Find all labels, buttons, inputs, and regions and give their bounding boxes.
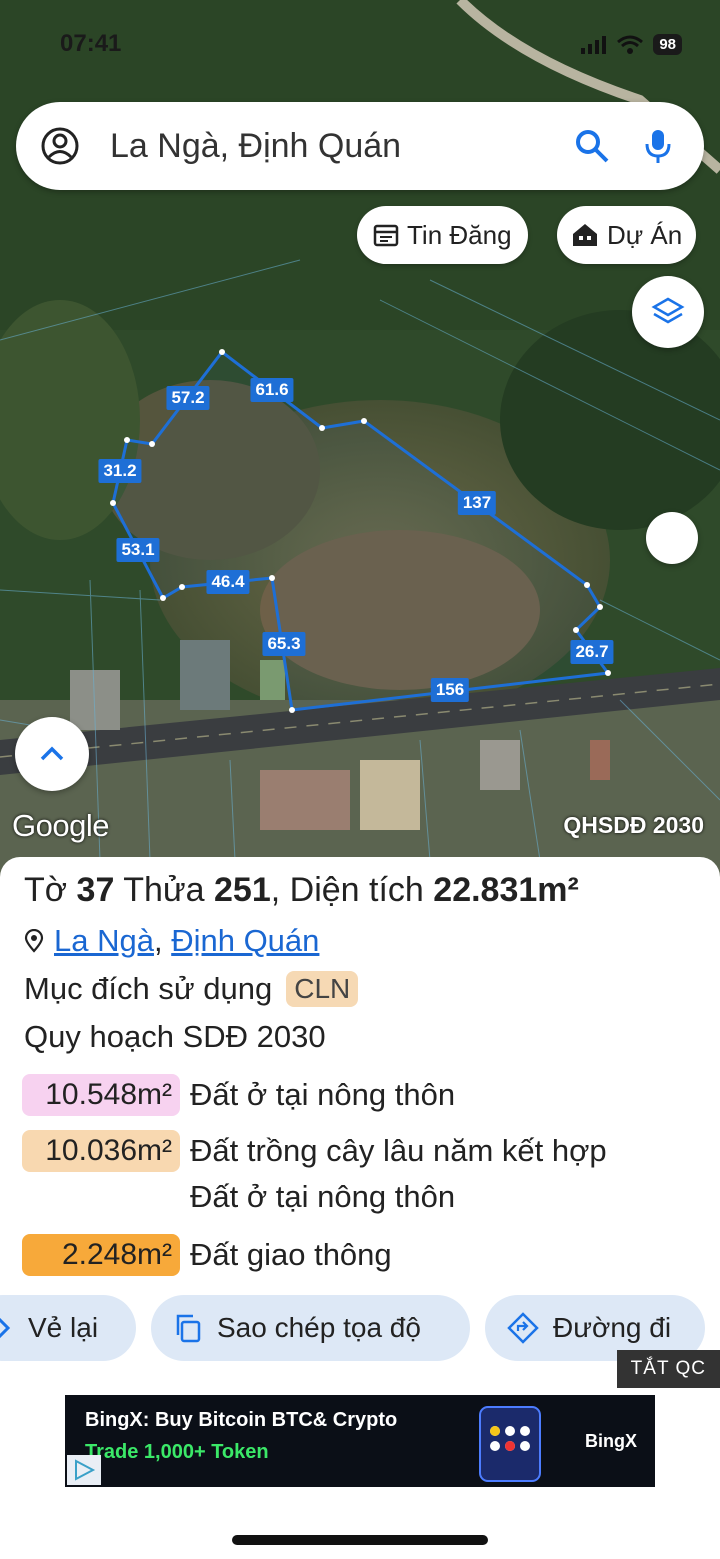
zone-row: 10.036m² Đất trồng cây lâu năm kết hợp Đ… <box>22 1130 607 1218</box>
account-icon[interactable] <box>40 126 80 166</box>
measure-label: 26.7 <box>570 640 614 664</box>
parcel-title: Tờ 37 Thửa 251, Diện tích 22.831m² <box>24 871 579 910</box>
home-indicator[interactable] <box>232 1535 488 1545</box>
zone-label: Đất trồng cây lâu năm kết hợp <box>190 1133 607 1168</box>
slot-machine-icon <box>479 1406 541 1482</box>
measure-label: 53.1 <box>116 538 160 562</box>
drag-handle[interactable] <box>646 512 698 564</box>
microphone-icon[interactable] <box>638 126 678 166</box>
measure-label: 61.6 <box>250 378 294 402</box>
expand-sheet-button[interactable] <box>15 717 89 791</box>
listings-chip[interactable]: Tin Đăng <box>357 206 528 264</box>
measure-label: 156 <box>430 678 470 702</box>
purpose-label: Mục đích sử dụng <box>24 971 273 1006</box>
listings-label: Tin Đăng <box>407 219 512 250</box>
action-row: Vẻ lại Sao chép tọa độ Đường đi <box>0 1295 720 1361</box>
zone-label: Đất ở tại nông thôn <box>190 1077 456 1112</box>
battery-indicator: 98 <box>653 34 682 55</box>
search-bar[interactable]: La Ngà, Định Quán <box>16 102 704 190</box>
redraw-label: Vẻ lại <box>28 1312 99 1343</box>
measure-label: 57.2 <box>166 386 210 410</box>
plan-label: Quy hoạch SDĐ 2030 <box>24 1019 326 1054</box>
sheet-number: 37 <box>76 871 115 909</box>
ad-subline: Trade 1,000+ Token <box>85 1441 269 1463</box>
zone-label: Đất giao thông <box>190 1237 392 1272</box>
wifi-icon <box>617 35 644 54</box>
signal-icon <box>581 35 607 54</box>
search-icon[interactable] <box>572 126 612 166</box>
projects-chip[interactable]: Dự Án <box>557 206 697 264</box>
zone-label-line2: Đất ở tại nông thôn <box>190 1179 456 1214</box>
status-time: 07:41 <box>60 30 122 57</box>
measure-label: 137 <box>457 491 497 515</box>
close-ad-button[interactable]: TẮT QC <box>616 1350 720 1388</box>
zone-row: 2.248m² Đất giao thông <box>22 1234 392 1276</box>
zone-area-badge: 10.036m² <box>22 1130 180 1172</box>
layer-label: QHSDĐ 2030 <box>563 812 704 838</box>
directions-label: Đường đi <box>553 1312 672 1343</box>
ad-headline: BingX: Buy Bitcoin BTC& Crypto <box>85 1409 398 1431</box>
calendar-icon <box>373 224 399 247</box>
copy-icon <box>176 1314 201 1343</box>
zone-area-badge: 2.248m² <box>22 1234 180 1276</box>
status-icons: 98 <box>581 34 682 55</box>
redraw-button[interactable]: Vẻ lại <box>0 1295 136 1361</box>
projects-label: Dự Án <box>607 219 683 250</box>
directions-icon <box>507 1312 539 1344</box>
zone-area-badge: 10.548m² <box>22 1074 180 1116</box>
ad-choices-icon[interactable] <box>67 1455 101 1485</box>
google-attribution: Google <box>12 808 109 843</box>
area-label: Diện tích <box>289 871 424 909</box>
copy-label: Sao chép tọa độ <box>217 1312 421 1343</box>
building-icon <box>573 224 597 246</box>
plot-label: Thửa <box>123 871 205 909</box>
chevron-up-icon <box>40 746 64 761</box>
purpose-code-badge: CLN <box>286 971 359 1007</box>
comma: , <box>270 871 281 909</box>
redraw-icon <box>0 1317 11 1339</box>
layers-button[interactable] <box>632 276 704 348</box>
map-view[interactable]: 57.2 61.6 31.2 137 53.1 46.4 65.3 26.7 1… <box>0 0 720 880</box>
search-input[interactable]: La Ngà, Định Quán <box>110 127 572 166</box>
sheet-label: Tờ <box>24 871 68 909</box>
measure-label: 46.4 <box>206 570 250 594</box>
location-line: La Ngà, Định Quán <box>24 923 319 959</box>
ad-brand: BingX <box>585 1431 637 1451</box>
usage-line: Mục đích sử dụng CLN <box>24 971 359 1007</box>
layers-icon <box>651 297 685 324</box>
ad-banner[interactable]: BingX: Buy Bitcoin BTC& Crypto Trade 1,0… <box>65 1395 655 1487</box>
measure-label: 31.2 <box>98 459 142 483</box>
measure-label: 65.3 <box>262 632 306 656</box>
zone-row: 10.548m² Đất ở tại nông thôn <box>22 1074 455 1116</box>
area-value: 22.831m² <box>433 871 579 909</box>
district-link[interactable]: Định Quán <box>171 923 319 958</box>
copy-coordinates-button[interactable]: Sao chép tọa độ <box>151 1295 470 1361</box>
commune-link[interactable]: La Ngà <box>54 923 154 958</box>
plot-number: 251 <box>214 871 271 909</box>
location-pin-icon <box>24 929 44 953</box>
